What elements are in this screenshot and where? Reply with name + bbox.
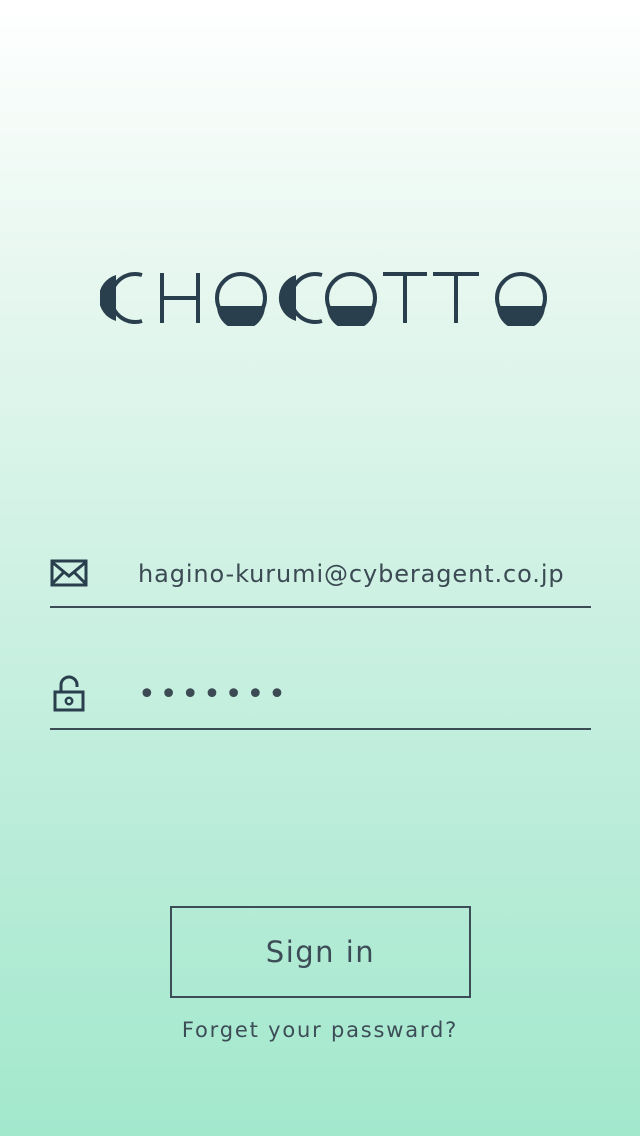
app-logo: CHOCOTTO (98, 270, 550, 330)
unlock-icon (50, 674, 90, 714)
logo-wordmark (98, 272, 547, 330)
sign-in-button[interactable]: Sign in (170, 906, 471, 998)
mail-icon (50, 557, 90, 597)
login-screen: CHOCOTTO (0, 0, 640, 1136)
email-field (50, 550, 591, 608)
password-input[interactable] (138, 672, 588, 716)
email-input[interactable] (138, 552, 588, 596)
forgot-password-link[interactable]: Forget your passward? (0, 1018, 640, 1042)
password-field (50, 672, 591, 730)
